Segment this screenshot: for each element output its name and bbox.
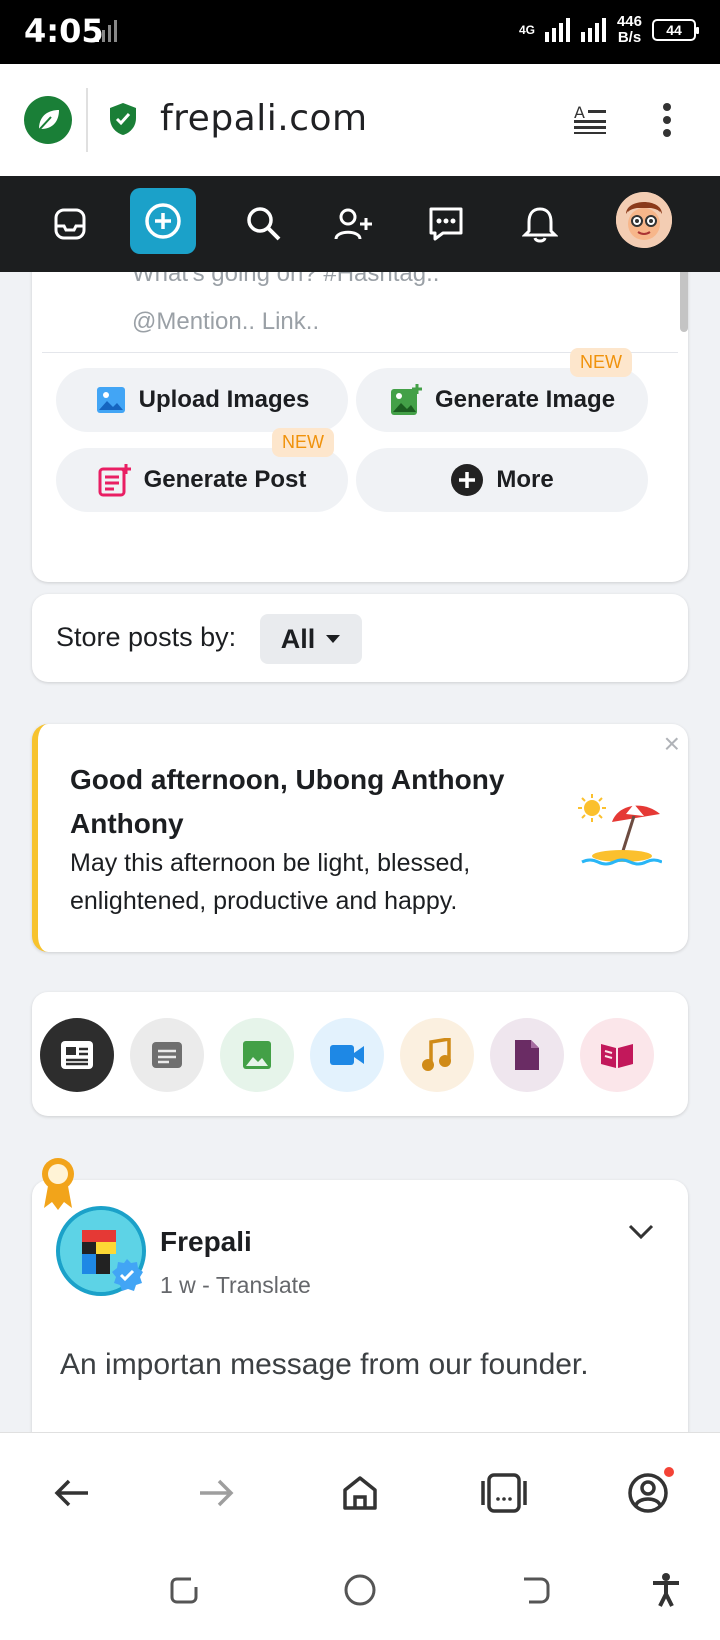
image-icon (243, 1041, 271, 1069)
beach-umbrella-icon (578, 794, 663, 873)
filter-photos[interactable] (220, 1018, 294, 1092)
accessibility-icon[interactable] (644, 1568, 688, 1612)
feed-post: Frepali 1 w - Translate An importan mess… (32, 1158, 688, 1432)
generate-post-button[interactable]: Generate Post (56, 448, 348, 512)
post-composer: What's going on? #Hashtag.. @Mention.. L… (32, 272, 688, 582)
generate-post-label: Generate Post (143, 466, 307, 493)
more-menu-icon[interactable] (662, 102, 672, 143)
messages-icon[interactable] (418, 196, 474, 252)
image-plus-icon (390, 384, 422, 415)
system-navigation (0, 1544, 720, 1640)
chevron-down-icon[interactable] (628, 1224, 654, 1245)
feed-icon[interactable] (42, 196, 98, 252)
divider (86, 88, 88, 152)
open-book-icon (601, 1044, 633, 1068)
network-type: 4G (518, 23, 535, 37)
create-icon[interactable] (130, 188, 196, 254)
tabs-icon[interactable] (476, 1465, 532, 1521)
svg-text:A: A (574, 104, 585, 122)
close-icon[interactable]: × (664, 728, 680, 760)
filter-blogs[interactable] (580, 1018, 654, 1092)
upload-images-label: Upload Images (138, 386, 310, 413)
translate-link[interactable]: Translate (216, 1272, 311, 1298)
new-badge: NEW (272, 428, 334, 457)
notification-dot (664, 1467, 674, 1477)
composer-placeholder-2[interactable]: @Mention.. Link.. (132, 308, 319, 336)
newspaper-icon (61, 1041, 93, 1069)
leaf-icon[interactable] (24, 96, 72, 144)
notifications-icon[interactable] (512, 196, 568, 252)
site-navbar (0, 176, 720, 272)
home-circle-icon[interactable] (338, 1568, 382, 1612)
video-camera-icon (330, 1045, 364, 1065)
recent-apps-icon[interactable] (162, 1568, 206, 1612)
signal-icon (94, 18, 118, 49)
profile-avatar[interactable] (616, 192, 672, 248)
post-author-name[interactable]: Frepali (160, 1226, 252, 1258)
store-posts-label: Store posts by: (56, 622, 237, 652)
cell-signal-icon (544, 18, 570, 42)
content-type-filters (32, 992, 688, 1116)
music-note-icon (422, 1038, 451, 1071)
filter-text[interactable] (130, 1018, 204, 1092)
home-icon[interactable] (332, 1465, 388, 1521)
data-speed: 446 B/s (616, 13, 642, 46)
url-text[interactable]: frepali.com (160, 98, 368, 139)
battery-icon: 44 (652, 19, 699, 41)
verified-badge-icon (110, 1258, 144, 1297)
search-icon[interactable] (236, 196, 292, 252)
more-button[interactable]: More (356, 448, 648, 512)
filter-videos[interactable] (310, 1018, 384, 1092)
caret-down-icon (326, 635, 341, 643)
generate-image-label: Generate Image (434, 386, 616, 413)
store-posts-value: All (280, 623, 316, 654)
feed-content: What's going on? #Hashtag.. @Mention.. L… (0, 272, 720, 1432)
browser-url-bar: frepali.com A (0, 64, 720, 176)
filter-audio[interactable] (400, 1018, 474, 1092)
post-meta: 1 w - Translate (160, 1272, 311, 1299)
file-icon (515, 1040, 539, 1070)
text-icon (152, 1042, 182, 1068)
composer-scrollbar[interactable] (680, 272, 688, 332)
browser-toolbar (0, 1432, 720, 1544)
filter-files[interactable] (490, 1018, 564, 1092)
account-icon[interactable] (620, 1465, 676, 1521)
clock: 4:05 (24, 12, 104, 50)
plus-circle-icon (451, 464, 484, 496)
post-text: An importan message from our founder. (60, 1348, 589, 1381)
greeting-card: Good afternoon, Ubong Anthony Anthony Ma… (32, 724, 688, 952)
greeting-message: May this afternoon be light, blessed, en… (70, 849, 471, 915)
composer-placeholder[interactable]: What's going on? #Hashtag.. (132, 272, 439, 288)
cell-signal-2-icon (580, 18, 606, 42)
post-plus-icon (98, 464, 131, 497)
reader-mode-icon[interactable]: A (574, 103, 608, 139)
upload-images-button[interactable]: Upload Images (56, 368, 348, 432)
new-badge: NEW (570, 348, 632, 377)
system-back-icon[interactable] (514, 1568, 558, 1612)
meta-separator: - (195, 1272, 216, 1298)
add-friend-icon[interactable] (326, 196, 382, 252)
image-icon (96, 387, 125, 413)
shield-check-icon[interactable] (108, 102, 138, 141)
more-label: More (496, 466, 554, 493)
greeting-title: Good afternoon, Ubong Anthony Anthony (70, 764, 505, 839)
back-arrow-icon[interactable] (44, 1465, 100, 1521)
store-posts-filter: Store posts by: All (32, 594, 688, 682)
post-time[interactable]: 1 w (160, 1272, 196, 1298)
award-ribbon-icon (40, 1156, 76, 1215)
filter-all-posts[interactable] (40, 1018, 114, 1092)
forward-arrow-icon[interactable] (188, 1465, 244, 1521)
generate-image-button[interactable]: Generate Image (356, 368, 648, 432)
store-posts-select[interactable]: All (260, 614, 362, 664)
status-bar: 4:05 4G 446 B/s 44 (0, 0, 720, 64)
